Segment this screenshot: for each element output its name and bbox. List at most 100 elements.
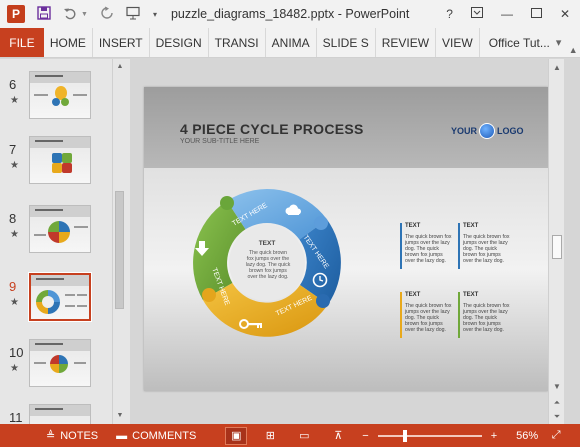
animation-star-icon: ★ — [10, 297, 19, 308]
thumbnail-text-line — [34, 362, 46, 364]
maximize-icon[interactable] — [530, 7, 542, 21]
thumbnail-text-line — [34, 94, 48, 96]
previous-slide-icon[interactable]: ⏶ — [549, 396, 565, 410]
thumbnail-text-line — [74, 362, 86, 364]
slide-thumbnail[interactable] — [29, 205, 91, 253]
thumbnail-puzzle-piece — [52, 163, 62, 173]
text-block[interactable]: TEXT The quick brown fox jumps over the … — [400, 292, 453, 338]
minimize-icon[interactable]: — — [501, 7, 513, 21]
slide-thumbnail[interactable] — [29, 339, 91, 387]
animation-star-icon: ★ — [10, 229, 19, 240]
thumbnail-title-line — [35, 343, 63, 345]
zoom-slider[interactable] — [377, 429, 482, 442]
slide-sorter-icon[interactable]: ⊞ — [260, 428, 280, 444]
thumbnail-slide-8[interactable]: 8 ★ — [0, 197, 112, 257]
thumbnail-scrollbar[interactable]: ▲ ▼ — [112, 59, 126, 424]
undo-dropdown-icon[interactable]: ▼ — [81, 11, 88, 18]
redo-icon[interactable] — [100, 6, 114, 23]
tab-home[interactable]: HOME — [44, 28, 93, 57]
slide-number: 10 — [9, 345, 24, 360]
slide-thumbnail[interactable] — [29, 136, 91, 184]
slide-number: 8 — [9, 211, 17, 226]
collapse-ribbon-icon[interactable]: ▲ — [566, 28, 580, 57]
scroll-up-arrow-icon[interactable]: ▲ — [549, 61, 565, 75]
comments-button[interactable]: ▬ COMMENTS — [116, 430, 196, 442]
text-block[interactable]: TEXT The quick brown fox jumps over the … — [458, 292, 511, 338]
thumbnail-cycle-center — [42, 296, 54, 308]
help-icon[interactable]: ? — [446, 7, 453, 21]
thumbnail-title-line — [36, 278, 64, 280]
slide-thumbnail-pane: 6 ★ 7 ★ 8 ★ 9 ★ 10 ★ 11 ▲ ▼ — [0, 59, 130, 424]
thumbnail-circle-shape — [48, 221, 70, 243]
scrollbar-thumb[interactable] — [552, 235, 562, 259]
puzzle-knob — [220, 196, 234, 210]
logo-text-right: LOGO — [497, 126, 524, 136]
close-icon[interactable]: ✕ — [560, 7, 570, 21]
tab-insert[interactable]: INSERT — [93, 28, 150, 57]
tab-review[interactable]: REVIEW — [376, 28, 437, 57]
thumbnail-title-line — [35, 408, 63, 410]
thumbnail-slide-9[interactable]: 9 ★ — [0, 265, 112, 325]
current-slide[interactable]: 4 PIECE CYCLE PROCESS YOUR SUB-TITLE HER… — [144, 87, 548, 391]
text-block-body: The quick brown fox jumps over the lazy … — [405, 303, 452, 333]
text-block-body: The quick brown fox jumps over the lazy … — [463, 303, 510, 333]
zoom-out-button[interactable]: − — [362, 430, 368, 442]
tab-transitions[interactable]: TRANSI — [209, 28, 266, 57]
slide-editing-pane: 4 PIECE CYCLE PROCESS YOUR SUB-TITLE HER… — [130, 59, 564, 424]
slide-thumbnail[interactable] — [29, 71, 91, 119]
slide-scrollbar[interactable]: ▲ ▼ ⏶ ⏷ — [548, 59, 564, 424]
tab-design[interactable]: DESIGN — [150, 28, 209, 57]
thumbnail-puzzle-piece — [62, 153, 72, 163]
thumbnail-header — [30, 405, 90, 416]
window-controls: ? — ✕ — [446, 0, 580, 28]
thumbnail-slide-10[interactable]: 10 ★ — [0, 331, 112, 391]
thumbnail-slide-7[interactable]: 7 ★ — [0, 128, 112, 188]
thumbnail-shape — [52, 98, 60, 106]
slide-thumbnail-selected[interactable] — [28, 272, 92, 322]
tab-animations[interactable]: ANIMA — [266, 28, 317, 57]
puzzle-knob — [314, 216, 328, 230]
slide-subtitle[interactable]: YOUR SUB-TITLE HERE — [180, 138, 259, 145]
ribbon-display-options-icon[interactable] — [470, 7, 483, 21]
scrollbar-thumb[interactable] — [115, 191, 124, 309]
quick-access-toolbar: ▼ ▾ — [37, 5, 157, 23]
text-block[interactable]: TEXT The quick brown fox jumps over the … — [458, 223, 511, 269]
slide-show-icon[interactable]: ⊼ — [328, 428, 348, 444]
thumbnail-slide-11[interactable]: 11 — [0, 396, 112, 424]
thumbnail-header — [30, 206, 90, 217]
zoom-in-button[interactable]: + — [491, 430, 497, 442]
zoom-slider-knob[interactable] — [402, 429, 407, 442]
account-button[interactable]: Office Tut... ▾ — [484, 28, 567, 57]
text-block-body: The quick brown fox jumps over the lazy … — [463, 234, 510, 264]
text-block[interactable]: TEXT The quick brown fox jumps over the … — [400, 223, 453, 269]
normal-view-icon[interactable]: ▣ — [225, 426, 248, 445]
thumbnail-header — [31, 275, 89, 286]
customize-qat-icon[interactable]: ▾ — [153, 10, 157, 19]
text-block-title: TEXT — [405, 223, 421, 229]
scroll-up-arrow-icon[interactable]: ▲ — [113, 61, 127, 73]
fit-slide-icon[interactable]: ⤢ — [546, 428, 566, 444]
thumbnail-slide-6[interactable]: 6 ★ — [0, 63, 112, 123]
scroll-down-arrow-icon[interactable]: ▼ — [113, 410, 127, 422]
reading-view-icon[interactable]: ▭ — [294, 428, 314, 444]
tab-file[interactable]: FILE — [0, 28, 44, 57]
thumbnail-header — [30, 137, 90, 148]
document-title: puzzle_diagrams_18482.pptx - PowerPoint — [170, 7, 410, 21]
slide-title[interactable]: 4 PIECE CYCLE PROCESS — [180, 121, 364, 137]
thumbnail-puzzle-piece — [62, 163, 72, 173]
thumbnail-text-line — [77, 305, 87, 307]
next-slide-icon[interactable]: ⏷ — [549, 410, 565, 424]
globe-icon — [479, 123, 496, 139]
title-bar: P ▼ ▾ puzzle_diagrams_18482.pptx - Power… — [0, 0, 580, 28]
zoom-percent[interactable]: 56% — [516, 430, 538, 442]
start-from-beginning-icon[interactable] — [126, 6, 141, 23]
tab-view[interactable]: VIEW — [436, 28, 480, 57]
tab-slide-show[interactable]: SLIDE S — [317, 28, 376, 57]
save-icon[interactable] — [37, 5, 51, 23]
slide-number: 11 — [9, 410, 23, 424]
notes-button[interactable]: ≜ NOTES — [46, 429, 98, 443]
scroll-down-arrow-icon[interactable]: ▼ — [549, 380, 565, 394]
thumbnail-text-line — [34, 234, 46, 236]
undo-icon[interactable] — [63, 6, 77, 23]
slide-thumbnail[interactable] — [29, 404, 91, 424]
